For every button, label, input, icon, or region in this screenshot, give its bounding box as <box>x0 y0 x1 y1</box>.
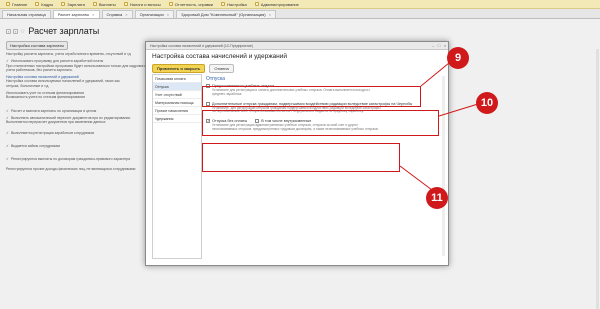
annotation-marker-11: 11 <box>426 187 448 209</box>
nav-item-vacations[interactable]: Отпуска <box>153 83 201 91</box>
close-icon[interactable]: × <box>167 12 169 17</box>
close-icon[interactable]: × <box>92 12 94 17</box>
menu-item-settings[interactable]: Настройка <box>221 2 247 7</box>
nav-item-financial-aid[interactable]: Материальная помощь <box>153 99 201 107</box>
menu-item-hr[interactable]: Кадры <box>35 2 53 7</box>
main-menubar: Главное Кадры Зарплата Выплаты Налоги и … <box>0 0 600 9</box>
gear-icon <box>221 2 226 6</box>
close-icon[interactable]: × <box>269 12 271 17</box>
nav-item-deductions[interactable]: Удержания <box>153 115 201 123</box>
menu-item-admin[interactable]: Администрирование <box>254 2 299 7</box>
tab-reference[interactable]: Справка × <box>101 10 133 18</box>
section-title: Отпуска <box>206 76 225 82</box>
dialog-nav: Почасовая оплата Отпуска Учет отсутствий… <box>152 74 202 259</box>
tab-start-page[interactable]: Начальная страница <box>2 10 51 18</box>
highlight-chernobyl-leave <box>202 110 439 136</box>
admin-icon <box>254 2 259 6</box>
menu-item-main[interactable]: Главное <box>6 2 27 7</box>
nav-item-hourly[interactable]: Почасовая оплата <box>153 75 201 83</box>
dialog-window-title: Настройка состава начислений и удержаний… <box>150 43 254 48</box>
highlight-study-leave <box>202 86 421 107</box>
nav-item-absences[interactable]: Учет отсутствий <box>153 91 201 99</box>
nav-item-other-accruals[interactable]: Прочие начисления <box>153 107 201 115</box>
apply-and-close-button[interactable]: Применить и закрыть <box>152 64 206 73</box>
close-icon[interactable]: × <box>442 43 448 48</box>
wallet-icon <box>61 2 66 6</box>
tab-organization-card[interactable]: Здоровый Дом "Комплексный" (Организация)… <box>176 10 276 18</box>
window-tabs: Начальная страница Расчет зарплаты × Спра… <box>0 9 600 19</box>
annotation-marker-10: 10 <box>476 92 498 114</box>
tax-icon <box>123 2 128 6</box>
dialog-titlebar: Настройка состава начислений и удержаний… <box>146 42 448 50</box>
highlight-unpaid-leave <box>202 143 400 172</box>
cancel-button[interactable]: Отмена <box>209 64 234 73</box>
menu-item-reports[interactable]: Отчетность, справки <box>168 2 213 7</box>
people-icon <box>35 2 40 6</box>
menu-item-salary[interactable]: Зарплата <box>61 2 85 7</box>
report-icon <box>168 2 173 6</box>
close-icon[interactable]: × <box>125 12 127 17</box>
annotation-marker-9: 9 <box>447 47 469 69</box>
home-icon <box>6 2 10 6</box>
tab-salary-calc[interactable]: Расчет зарплаты × <box>52 10 100 18</box>
menu-item-payments[interactable]: Выплаты <box>92 2 116 7</box>
menu-item-taxes[interactable]: Налоги и взносы <box>123 2 161 7</box>
dialog-title: Настройка состава начислений и удержаний <box>152 53 288 60</box>
tab-organizations[interactable]: Организации × <box>134 10 175 18</box>
payments-icon <box>92 2 97 6</box>
dialog-scrollbar[interactable] <box>442 76 445 256</box>
